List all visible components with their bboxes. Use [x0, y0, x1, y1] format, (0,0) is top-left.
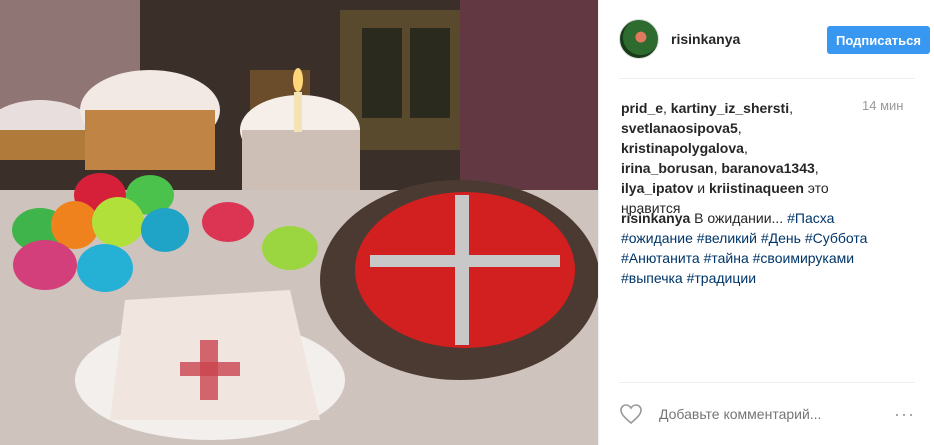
like-user[interactable]: kartiny_iz_shersti: [671, 100, 789, 116]
likes-text: prid_e, kartiny_iz_shersti, svetlanaosip…: [621, 100, 829, 216]
hashtag[interactable]: #Суббота: [805, 230, 868, 246]
post-time[interactable]: 14 мин: [862, 98, 903, 113]
photo-illustration: [0, 0, 598, 445]
author-username[interactable]: risinkanya: [671, 31, 740, 47]
hashtag[interactable]: #традиции: [687, 270, 756, 286]
caption-username[interactable]: risinkanya: [621, 210, 690, 226]
like-user[interactable]: irina_borusan: [621, 160, 714, 176]
like-user[interactable]: kriistinaqueen: [709, 180, 804, 196]
like-user[interactable]: prid_e: [621, 100, 663, 116]
post-header: risinkanya Подписаться: [619, 14, 930, 64]
hashtag[interactable]: #Анютанита: [621, 250, 700, 266]
like-user[interactable]: baranova1343: [721, 160, 814, 176]
hashtag[interactable]: #Пасха: [787, 210, 834, 226]
hashtag[interactable]: #День: [761, 230, 801, 246]
like-user[interactable]: ilya_ipatov: [621, 180, 693, 196]
likes-and-word: и: [697, 180, 706, 196]
hashtag[interactable]: #ожидание: [621, 230, 693, 246]
hashtag[interactable]: #выпечка: [621, 270, 683, 286]
more-icon[interactable]: ···: [894, 404, 915, 425]
hashtag[interactable]: #великий: [697, 230, 757, 246]
heart-icon[interactable]: [619, 402, 643, 426]
like-user[interactable]: svetlanaosipova5: [621, 120, 738, 136]
caption-text: В ожидании...: [694, 210, 784, 226]
hashtag[interactable]: #тайна: [704, 250, 749, 266]
comment-bar: ···: [619, 396, 915, 432]
header-divider: [619, 78, 915, 79]
post-photo[interactable]: [0, 0, 598, 445]
post-sidebar: risinkanya Подписаться prid_e, kartiny_i…: [598, 0, 934, 445]
like-user[interactable]: kristinapolygalova: [621, 140, 744, 156]
follow-button[interactable]: Подписаться: [827, 26, 930, 54]
comment-input[interactable]: [657, 405, 881, 423]
comment-divider: [619, 382, 915, 383]
hashtag[interactable]: #своимируками: [753, 250, 854, 266]
post-caption: risinkanya В ожидании... #Пасха #ожидани…: [621, 208, 901, 288]
avatar[interactable]: [619, 19, 659, 59]
